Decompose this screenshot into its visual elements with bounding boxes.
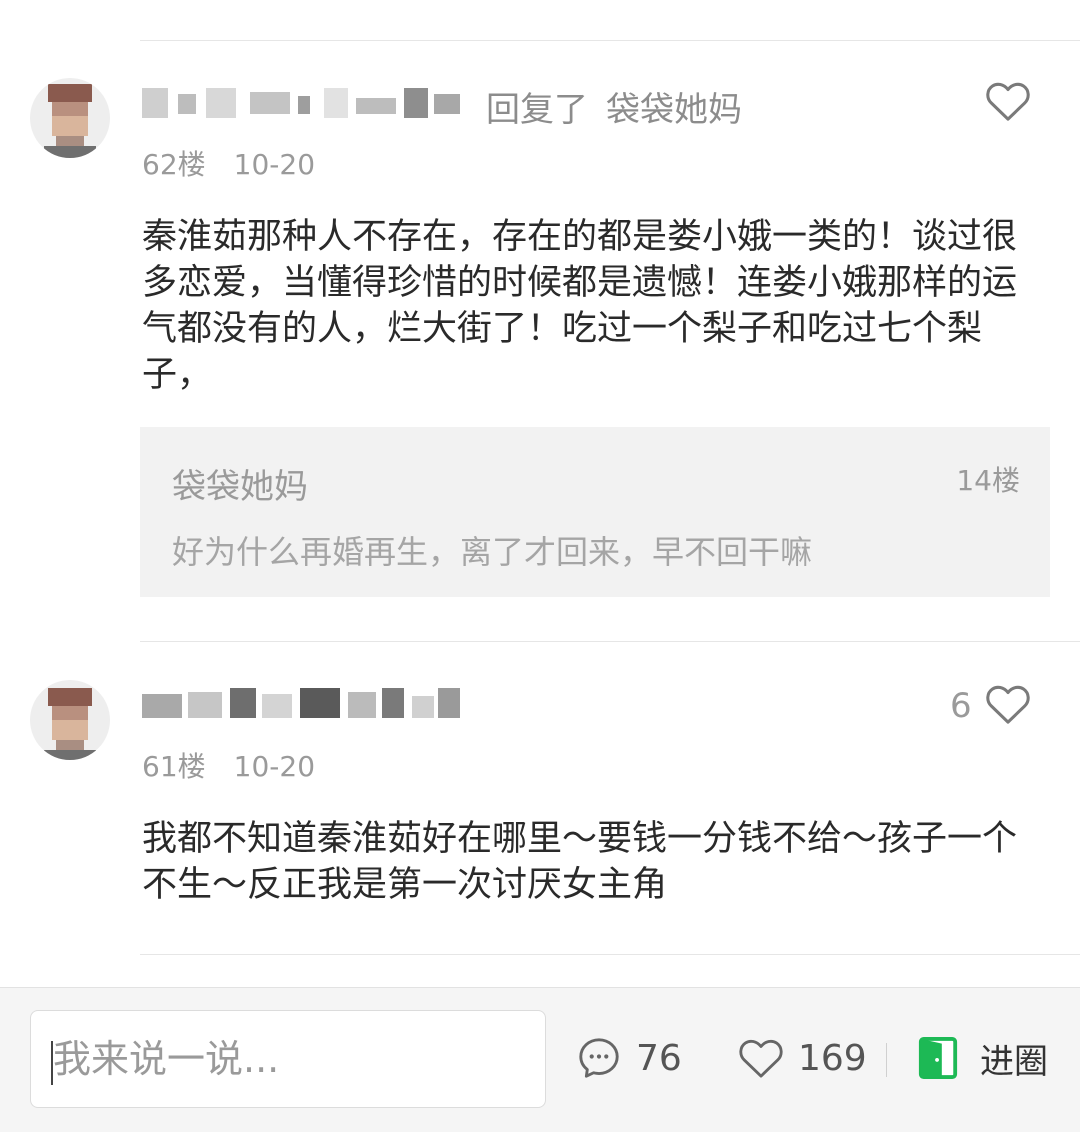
door-icon [918, 1037, 958, 1079]
floor-number: 62楼 [142, 148, 206, 181]
bar-separator [886, 1043, 887, 1077]
reply-info: 回复了 袋袋她妈 [486, 82, 742, 131]
username-redacted[interactable] [142, 88, 462, 118]
avatar[interactable] [30, 680, 110, 760]
comments-button[interactable]: 76 [576, 1028, 682, 1088]
username-redacted[interactable] [142, 688, 462, 718]
avatar[interactable] [30, 78, 110, 158]
comment-input[interactable]: 我来说一说... [30, 1010, 546, 1108]
comment-divider [140, 641, 1080, 642]
comment-like-count: 6 [950, 686, 972, 726]
enter-circle-label: 进圈 [980, 1041, 1048, 1082]
like-count: 169 [798, 1037, 867, 1079]
comment-input-placeholder: 我来说一说... [53, 1037, 280, 1081]
quote-floor-number: 14楼 [956, 464, 1020, 497]
enter-circle-button[interactable]: 进圈 [918, 1028, 1048, 1088]
heart-icon [739, 1039, 783, 1078]
top-divider [140, 40, 1080, 41]
heart-icon[interactable] [985, 80, 1031, 122]
comment-date: 10-20 [233, 148, 316, 181]
comment-text: 秦淮茹那种人不存在，存在的都是娄小娥一类的！谈过很多恋爱，当懂得珍惜的时候都是遗… [142, 217, 1018, 395]
like-button[interactable]: 169 [738, 1028, 867, 1088]
comment-meta: 61楼 10-20 [142, 745, 315, 785]
comment-text: 我都不知道秦淮茹好在哪里～要钱一分钱不给～孩子一个不生～反正我是第一次讨厌女主角 [142, 819, 1018, 905]
heart-icon[interactable] [985, 683, 1031, 725]
comment-divider [140, 954, 1080, 955]
bottom-action-bar: 我来说一说... 76 169 进圈 [0, 987, 1080, 1132]
comment-date: 10-20 [233, 750, 316, 783]
quote-text: 好为什么再婚再生，离了才回来，早不回干嘛 [172, 533, 813, 571]
reply-target-name[interactable]: 袋袋她妈 [606, 90, 742, 130]
reply-verb: 回复了 [486, 90, 588, 130]
floor-number: 61楼 [142, 750, 206, 783]
comment-count: 76 [636, 1037, 682, 1079]
quote-author[interactable]: 袋袋她妈 [172, 459, 308, 508]
quoted-reply[interactable]: 袋袋她妈 14楼 好为什么再婚再生，离了才回来，早不回干嘛 [140, 427, 1050, 597]
text-caret [51, 1041, 53, 1085]
comment-bubble-icon [579, 1038, 619, 1078]
comment-meta: 62楼 10-20 [142, 143, 315, 183]
